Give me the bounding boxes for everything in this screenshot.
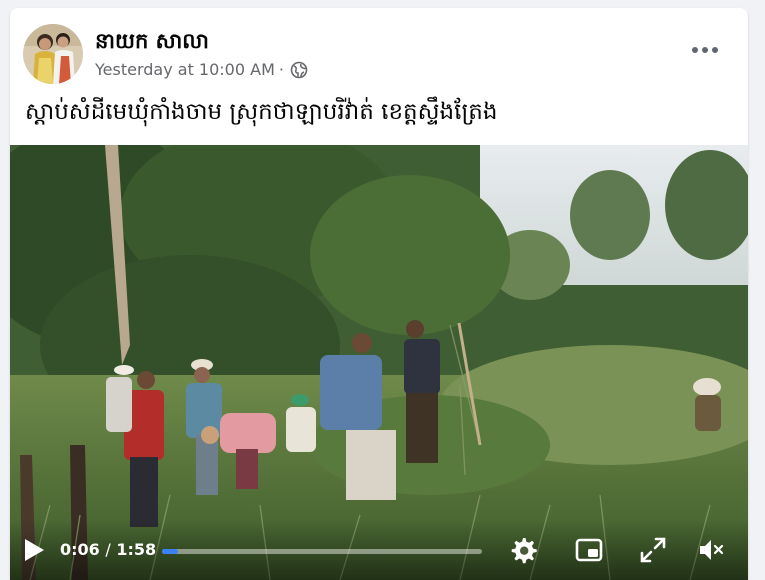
avatar-photo bbox=[23, 24, 83, 84]
video-player[interactable]: 0:06 / 1:58 bbox=[10, 145, 748, 580]
progress-bar[interactable] bbox=[162, 549, 482, 554]
picture-in-picture-icon[interactable] bbox=[574, 535, 604, 565]
time-separator: / bbox=[105, 540, 111, 559]
person-hat-right bbox=[693, 378, 721, 431]
mute-icon[interactable] bbox=[696, 535, 726, 565]
post-meta: Yesterday at 10:00 AM · bbox=[95, 60, 308, 79]
meta-separator: · bbox=[278, 60, 284, 79]
gear-icon[interactable] bbox=[508, 535, 538, 565]
current-time: 0:06 bbox=[60, 540, 100, 559]
duration: 1:58 bbox=[116, 540, 157, 559]
author-name[interactable]: នាយក សាលា bbox=[95, 28, 209, 59]
video-frame bbox=[10, 145, 748, 580]
post-caption: ស្តាប់សំដីមេឃុំកាំងចាម ស្រុកថាឡាបរិវ៉ាត់… bbox=[25, 99, 498, 125]
post-card: នាយក សាលា Yesterday at 10:00 AM · ស្តាប់… bbox=[10, 8, 748, 580]
globe-icon[interactable] bbox=[290, 61, 308, 79]
video-time: 0:06 / 1:58 bbox=[60, 540, 156, 559]
fullscreen-icon[interactable] bbox=[638, 535, 668, 565]
progress-fill bbox=[162, 549, 178, 554]
video-controls: 0:06 / 1:58 bbox=[10, 520, 748, 580]
author-avatar[interactable] bbox=[23, 24, 83, 84]
post-timestamp[interactable]: Yesterday at 10:00 AM bbox=[95, 60, 275, 79]
more-options-icon[interactable] bbox=[688, 38, 722, 62]
play-icon[interactable] bbox=[22, 537, 46, 563]
